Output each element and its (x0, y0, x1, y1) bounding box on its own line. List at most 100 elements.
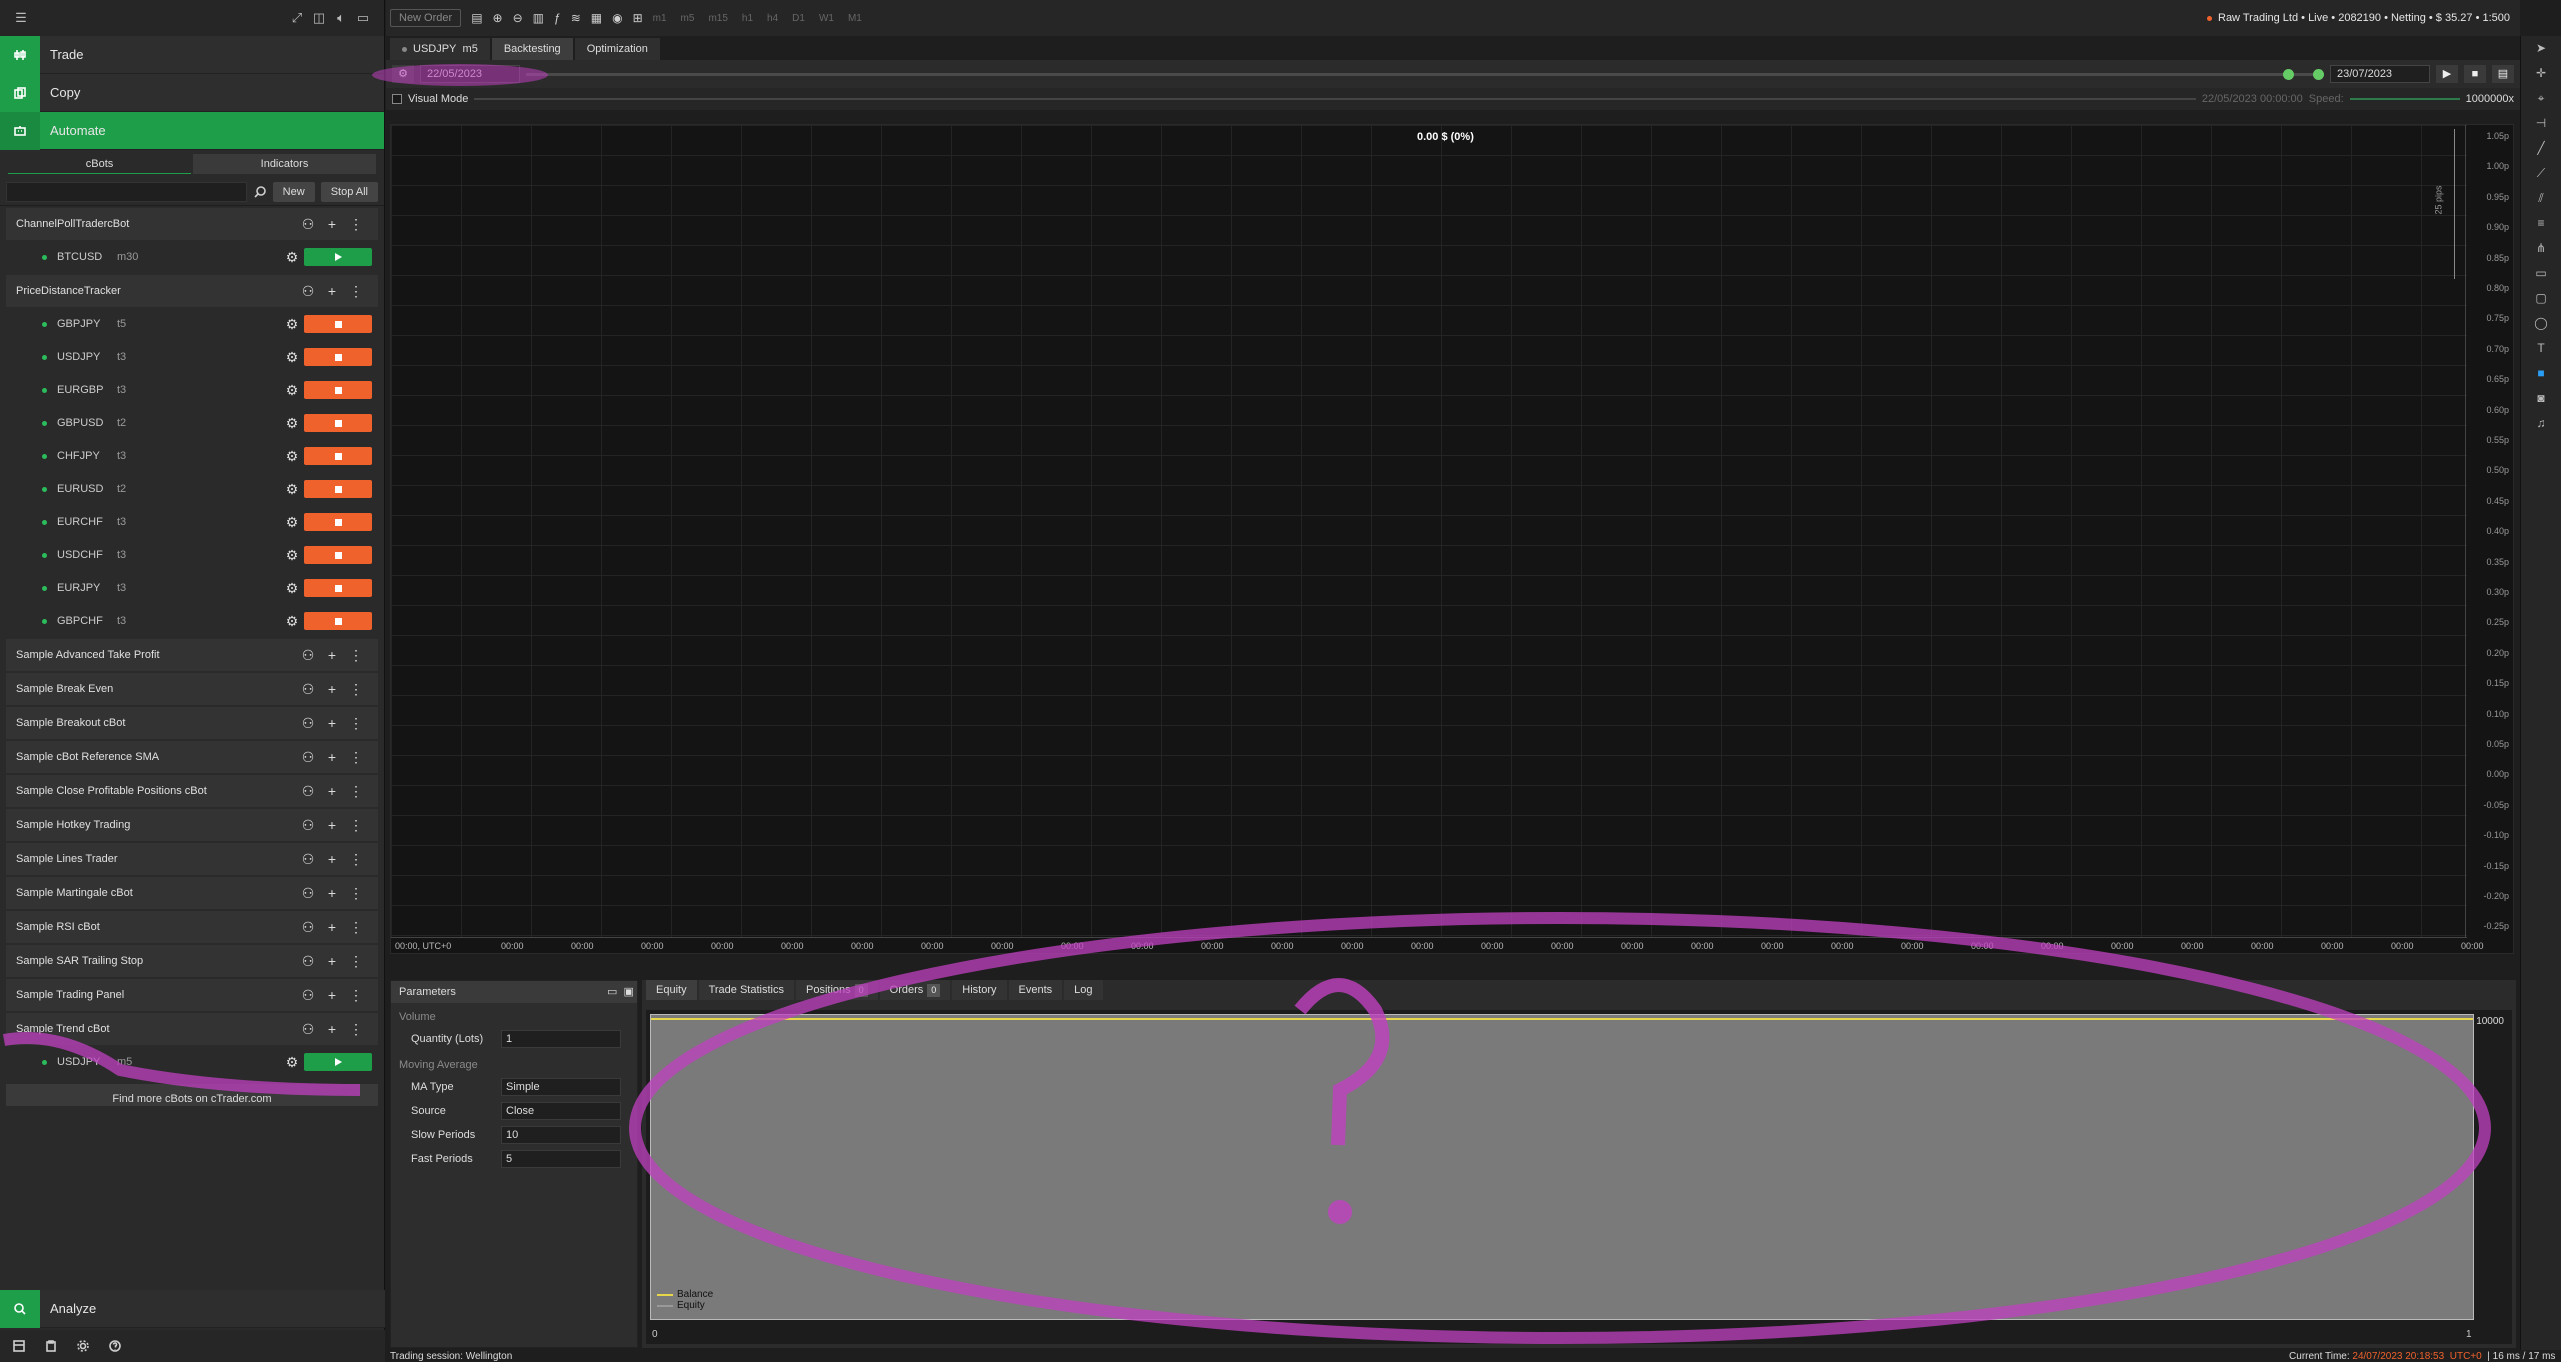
cbot-row[interactable]: Sample Martingale cBot ⚇ + ⋮ (6, 877, 378, 909)
more-menu-icon[interactable]: ⋮ (344, 851, 368, 868)
cbot-row[interactable]: Sample cBot Reference SMA ⚇ + ⋮ (6, 741, 378, 773)
tab-cbots[interactable]: cBots (8, 154, 191, 174)
instance-symbol[interactable]: USDCHF (57, 549, 117, 561)
time-axis[interactable]: 00:00, UTC+0 00:00 00:00 00:00 00:00 00:00 00:… (391, 937, 2484, 955)
param-slow-input[interactable]: 10 (501, 1126, 621, 1144)
cbot-row[interactable]: Sample SAR Trailing Stop ⚇ + ⋮ (6, 945, 378, 977)
instance-timeframe[interactable]: t3 (117, 516, 177, 528)
stop-instance-button[interactable] (304, 546, 372, 564)
more-menu-icon[interactable]: ⋮ (344, 1021, 368, 1038)
fibonacci-icon[interactable]: ≡ (2521, 211, 2561, 236)
instances-icon[interactable]: ⚇ (296, 283, 320, 300)
candles-icon[interactable]: ▥ (533, 11, 544, 25)
start-instance-button[interactable] (304, 1053, 372, 1071)
cbot-row[interactable]: Sample Breakout cBot ⚇ + ⋮ (6, 707, 378, 739)
cbot-row[interactable]: PriceDistanceTracker ⚇ + ⋮ (6, 275, 378, 307)
nav-trade[interactable]: Trade (0, 35, 384, 74)
instances-icon[interactable]: ⚇ (296, 851, 320, 868)
instance-symbol[interactable]: GBPUSD (57, 417, 117, 429)
stop-instance-button[interactable] (304, 513, 372, 531)
instance-symbol[interactable]: GBPJPY (57, 318, 117, 330)
stop-instance-button[interactable] (304, 612, 372, 630)
instances-icon[interactable]: ⚇ (296, 1021, 320, 1038)
instance-timeframe[interactable]: t2 (117, 417, 177, 429)
param-ma-type-select[interactable]: Simple (501, 1078, 621, 1096)
speed-slider[interactable] (2349, 98, 2460, 100)
more-menu-icon[interactable]: ⋮ (344, 749, 368, 766)
cbot-row[interactable]: Sample Hotkey Trading ⚇ + ⋮ (6, 809, 378, 841)
instances-icon[interactable]: ⚇ (296, 885, 320, 902)
measure-icon[interactable]: ⊣ (2521, 111, 2561, 136)
cbot-instance-row[interactable]: USDCHF t3 ⚙ (6, 539, 378, 571)
cbot-row[interactable]: ChannelPollTradercBot ⚇ + ⋮ (6, 208, 378, 240)
instance-symbol[interactable]: BTCUSD (57, 251, 117, 263)
new-cbot-button[interactable]: New (272, 181, 315, 202)
save-icon[interactable]: ▣ (624, 981, 634, 1003)
stop-all-button[interactable]: Stop All (320, 181, 378, 202)
more-menu-icon[interactable]: ⋮ (344, 885, 368, 902)
instance-timeframe[interactable]: m30 (117, 251, 177, 263)
tab-backtesting[interactable]: Backtesting (491, 38, 573, 60)
instance-settings-gear-icon[interactable]: ⚙ (280, 580, 304, 597)
search-icon[interactable] (253, 185, 267, 199)
layout-icon[interactable]: ◫ (308, 10, 330, 26)
more-menu-icon[interactable]: ⋮ (344, 783, 368, 800)
instance-settings-gear-icon[interactable]: ⚙ (280, 1054, 304, 1071)
instances-icon[interactable]: ⚇ (296, 647, 320, 664)
timeframe-button[interactable]: m15 (708, 13, 727, 24)
instance-symbol[interactable]: EURGBP (57, 384, 117, 396)
equity-chart[interactable]: Balance Equity 10000 0 1 (646, 1010, 2512, 1344)
end-date-picker[interactable]: 23/07/2023 (2330, 65, 2430, 83)
more-menu-icon[interactable]: ⋮ (344, 647, 368, 664)
cbot-instance-row[interactable]: EURJPY t3 ⚙ (6, 572, 378, 604)
param-quantity-input[interactable]: 1 (501, 1030, 621, 1048)
stop-instance-button[interactable] (304, 348, 372, 366)
instance-settings-gear-icon[interactable]: ⚙ (280, 382, 304, 399)
instances-icon[interactable]: ⚇ (296, 987, 320, 1004)
instances-icon[interactable]: ⚇ (296, 783, 320, 800)
instances-icon[interactable]: ⚇ (296, 715, 320, 732)
add-instance-icon[interactable]: + (320, 749, 344, 765)
timeframe-button[interactable]: h4 (767, 13, 778, 24)
instance-settings-gear-icon[interactable]: ⚙ (280, 415, 304, 432)
more-menu-icon[interactable]: ⋮ (344, 715, 368, 732)
instance-symbol[interactable]: EURJPY (57, 582, 117, 594)
cbot-row[interactable]: Sample Trading Panel ⚇ + ⋮ (6, 979, 378, 1011)
add-instance-icon[interactable]: + (320, 216, 344, 232)
crosshair-icon[interactable]: ✛ (2521, 61, 2561, 86)
cbot-instance-row[interactable]: GBPUSD t2 ⚙ (6, 407, 378, 439)
add-instance-icon[interactable]: + (320, 885, 344, 901)
instance-timeframe[interactable]: m5 (117, 1056, 177, 1068)
instance-settings-gear-icon[interactable]: ⚙ (280, 613, 304, 630)
add-instance-icon[interactable]: + (320, 647, 344, 663)
tab-log[interactable]: Log (1064, 980, 1103, 1000)
cbot-instance-row[interactable]: CHFJPY t3 ⚙ (6, 440, 378, 472)
stop-instance-button[interactable] (304, 579, 372, 597)
instances-icon[interactable]: ⚇ (296, 681, 320, 698)
timezone[interactable]: UTC+0 (2450, 1351, 2482, 1362)
add-instance-icon[interactable]: + (320, 681, 344, 697)
instance-symbol[interactable]: USDJPY (57, 1056, 117, 1068)
instance-settings-gear-icon[interactable]: ⚙ (280, 547, 304, 564)
rectangle-icon[interactable]: ▭ (2521, 261, 2561, 286)
instance-timeframe[interactable]: t5 (117, 318, 177, 330)
zoom-out-icon[interactable]: ⊖ (513, 11, 523, 25)
account-info[interactable]: Raw Trading Ltd • Live • 2082190 • Netti… (2207, 12, 2510, 24)
timeframe-button[interactable]: h1 (742, 13, 753, 24)
indicators-icon[interactable]: ƒ (554, 11, 561, 25)
hamburger-menu-icon[interactable]: ☰ (10, 10, 32, 26)
stop-instance-button[interactable] (304, 480, 372, 498)
instance-settings-gear-icon[interactable]: ⚙ (280, 349, 304, 366)
pitchfork-icon[interactable]: ⋔ (2521, 236, 2561, 261)
instances-icon[interactable]: ⚇ (296, 919, 320, 936)
ellipse-icon[interactable]: ◯ (2521, 311, 2561, 336)
settings-gear-icon[interactable]: ⚙ (392, 65, 414, 83)
zoom-in-icon[interactable]: ⊕ (493, 11, 503, 25)
instance-timeframe[interactable]: t3 (117, 351, 177, 363)
more-menu-icon[interactable]: ⋮ (344, 216, 368, 233)
add-instance-icon[interactable]: + (320, 987, 344, 1003)
folder-icon[interactable]: ▭ (607, 981, 617, 1003)
add-instance-icon[interactable]: + (320, 1021, 344, 1037)
more-menu-icon[interactable]: ⋮ (344, 919, 368, 936)
instance-settings-gear-icon[interactable]: ⚙ (280, 448, 304, 465)
